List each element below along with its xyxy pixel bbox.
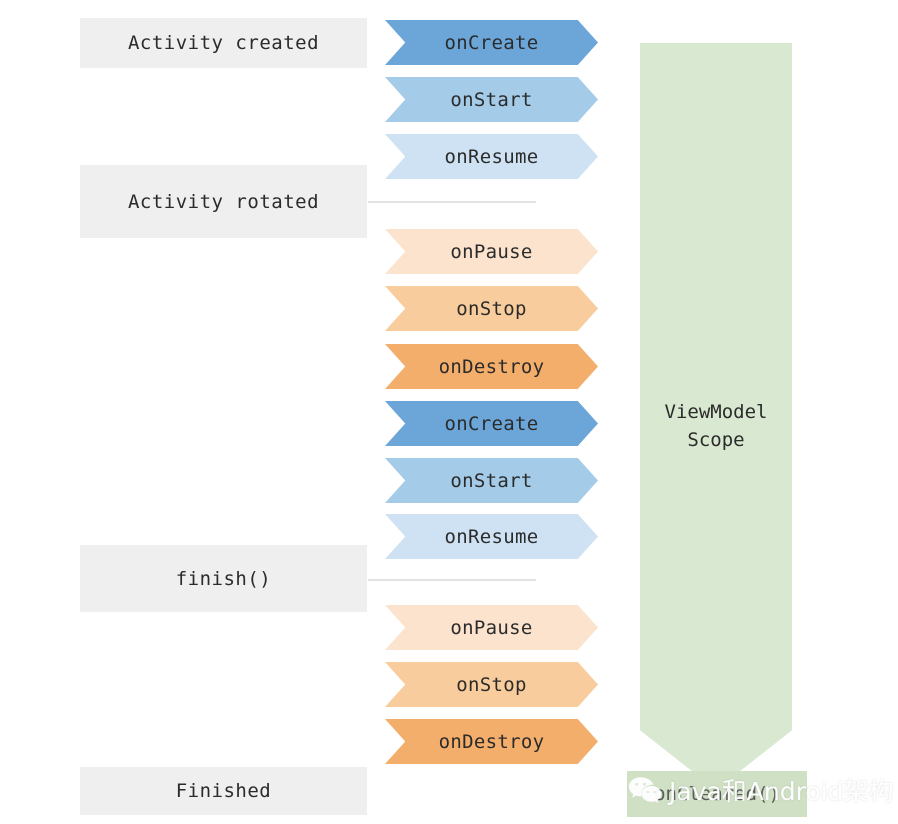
lifecycle-arrow-label: onResume: [444, 145, 539, 168]
lifecycle-arrow-onstop-2: onStop: [385, 662, 598, 707]
lifecycle-arrow-onresume-2: onResume: [385, 514, 598, 559]
state-label: Activity rotated: [127, 190, 320, 213]
lifecycle-arrow-onstart-2: onStart: [385, 458, 598, 503]
lifecycle-arrow-ondestroy-1: onDestroy: [385, 344, 598, 389]
connector-line-rotated: [368, 201, 536, 203]
viewmodel-scope-label: ViewModel Scope: [664, 401, 768, 451]
lifecycle-arrow-label: onStop: [456, 673, 527, 696]
lifecycle-arrow-label: onDestroy: [438, 730, 545, 753]
lifecycle-arrow-ondestroy-2: onDestroy: [385, 719, 598, 764]
lifecycle-arrow-label: onStart: [450, 469, 533, 492]
lifecycle-arrow-label: onStart: [450, 88, 533, 111]
oncleared-box: onCleared(): [627, 771, 807, 817]
state-label: Activity created: [127, 32, 320, 54]
connector-line-finish: [368, 579, 536, 581]
state-label: Finished: [175, 780, 272, 802]
state-box-finish: finish(): [80, 545, 367, 612]
state-label: finish(): [175, 567, 272, 590]
lifecycle-arrow-onpause-1: onPause: [385, 229, 598, 274]
lifecycle-diagram: Activity created Activity rotated finish…: [0, 0, 898, 824]
lifecycle-arrow-onstart-1: onStart: [385, 77, 598, 122]
state-box-activity-created: Activity created: [80, 18, 367, 68]
lifecycle-arrow-label: onResume: [444, 525, 539, 548]
lifecycle-arrow-label: onCreate: [444, 412, 539, 435]
oncleared-label: onCleared(): [654, 783, 780, 805]
state-box-activity-rotated: Activity rotated: [80, 165, 367, 238]
lifecycle-arrow-onstop-1: onStop: [385, 286, 598, 331]
lifecycle-arrow-oncreate-1: onCreate: [385, 20, 598, 65]
state-box-finished: Finished: [80, 767, 367, 815]
lifecycle-arrow-oncreate-2: onCreate: [385, 401, 598, 446]
lifecycle-arrow-onpause-2: onPause: [385, 605, 598, 650]
lifecycle-arrow-onresume-1: onResume: [385, 134, 598, 179]
lifecycle-arrow-label: onDestroy: [438, 355, 545, 378]
lifecycle-arrow-label: onPause: [450, 616, 533, 639]
lifecycle-arrow-label: onStop: [456, 297, 527, 320]
lifecycle-arrow-label: onCreate: [444, 31, 539, 54]
lifecycle-arrow-label: onPause: [450, 240, 533, 263]
